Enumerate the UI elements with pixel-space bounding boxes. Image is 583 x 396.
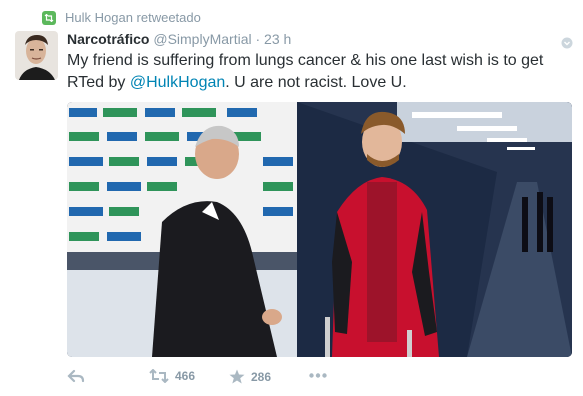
timestamp[interactable]: 23 h	[264, 31, 291, 47]
retweet-count: 466	[175, 369, 196, 383]
retweet-icon	[149, 369, 169, 383]
star-icon	[229, 369, 245, 384]
favorite-button[interactable]: 286	[229, 369, 271, 384]
retweet-button[interactable]: 466	[149, 369, 195, 383]
tweet-photo[interactable]	[67, 102, 572, 357]
retweet-context-label[interactable]: Hulk Hogan retweetado	[65, 10, 201, 25]
retweet-context[interactable]: Hulk Hogan retweetado	[42, 10, 201, 25]
more-icon	[309, 373, 327, 378]
separator: ·	[255, 31, 261, 47]
tweet-text-part2: . U are not racist. Love U.	[225, 74, 407, 91]
tweet-actions: 466 286	[67, 369, 572, 389]
avatar[interactable]	[15, 31, 58, 80]
reply-icon	[67, 369, 85, 383]
username[interactable]: @SimplyMartial	[153, 31, 251, 47]
reply-button[interactable]	[67, 369, 85, 383]
fullname[interactable]: Narcotráfico	[67, 31, 149, 47]
tweet-text: My friend is suffering from lungs cancer…	[67, 50, 567, 94]
retweet-badge-icon	[42, 10, 56, 25]
tweet-header: Narcotráfico @SimplyMartial · 23 h	[67, 31, 291, 47]
more-button[interactable]	[309, 373, 327, 378]
mention-link[interactable]: @HulkHogan	[130, 74, 225, 91]
favorite-count: 286	[251, 369, 272, 384]
